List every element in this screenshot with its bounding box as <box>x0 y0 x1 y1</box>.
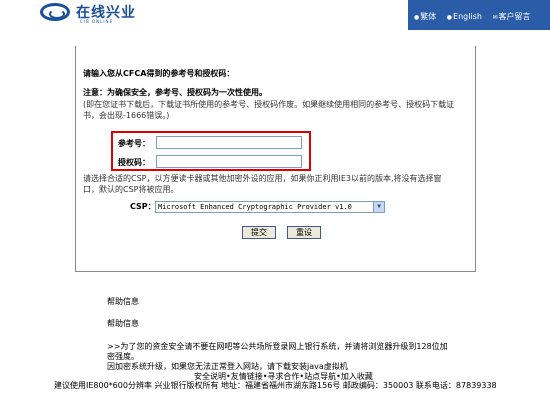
reference-number-input[interactable] <box>156 136 302 149</box>
nav-english-label: English <box>453 12 482 21</box>
form-prompt: 请输入您从CFCA得到的参考号和授权码： <box>83 69 235 78</box>
nav-traditional-chinese[interactable]: ●繁体 <box>414 12 440 21</box>
csp-hint-2: 口，默认的CSP将被应用。 <box>83 185 179 194</box>
reset-button[interactable]: 重设 <box>287 226 321 239</box>
logo-mark-icon <box>40 3 70 21</box>
help-title-2: 帮助信息 <box>107 319 139 328</box>
top-nav: ●繁体 ●English ✉客户留言 <box>408 0 550 30</box>
authorization-code-input[interactable] <box>156 155 302 168</box>
footer: 建议使用IE800*600分辨率 兴业银行版权所有 地址：福建省福州市湖东路15… <box>54 381 497 390</box>
security-notice: 注意：为确保安全，参考号、授权码为一次性使用。 <box>83 88 267 97</box>
notice-detail-2: 书，会出现-1666错误。) <box>83 111 170 120</box>
nav-feedback[interactable]: ✉客户留言 <box>492 12 534 21</box>
nav-feedback-label: 客户留言 <box>498 12 531 21</box>
csp-select[interactable]: Microsoft Enhanced Cryptographic Provide… <box>155 201 385 213</box>
mail-icon: ✉ <box>492 14 498 21</box>
csp-label: CSP： <box>130 202 156 211</box>
bank-logo[interactable]: 在线兴业 CIB ONLINE <box>40 2 200 24</box>
help-title-1: 帮助信息 <box>107 297 139 306</box>
help-line-1: >>为了您的资金安全请不要在网吧等公共场所登录网上银行系统，并请将浏览器升级到1… <box>107 342 448 351</box>
submit-button[interactable]: 提交 <box>242 226 276 239</box>
csp-selected-value: Microsoft Enhanced Cryptographic Provide… <box>158 203 352 211</box>
header: 在线兴业 CIB ONLINE ●繁体 ●English ✉客户留言 <box>0 0 550 30</box>
csp-hint-1: 请选择合适的CSP，以方便读卡器或其他加密外设的应用，如果你正利用IE3以前的版… <box>83 174 442 183</box>
nav-traditional-label: 繁体 <box>420 12 437 21</box>
certificate-form: 请输入您从CFCA得到的参考号和授权码： 注意：为确保安全，参考号、授权码为一次… <box>75 46 476 272</box>
globe-icon: ● <box>446 14 453 21</box>
globe-icon: ● <box>414 14 420 21</box>
chevron-down-icon[interactable]: ▼ <box>373 202 384 212</box>
reference-number-label: 参考号： <box>118 139 150 148</box>
notice-detail-1: (即在您证书下载后，下载证书所使用的参考号、授权码作废。如果继续使用相同的参考号… <box>83 100 455 109</box>
nav-english[interactable]: ●English <box>447 12 486 21</box>
authorization-code-label: 授权码： <box>118 158 150 167</box>
logo-subtext: CIB ONLINE <box>80 19 114 24</box>
